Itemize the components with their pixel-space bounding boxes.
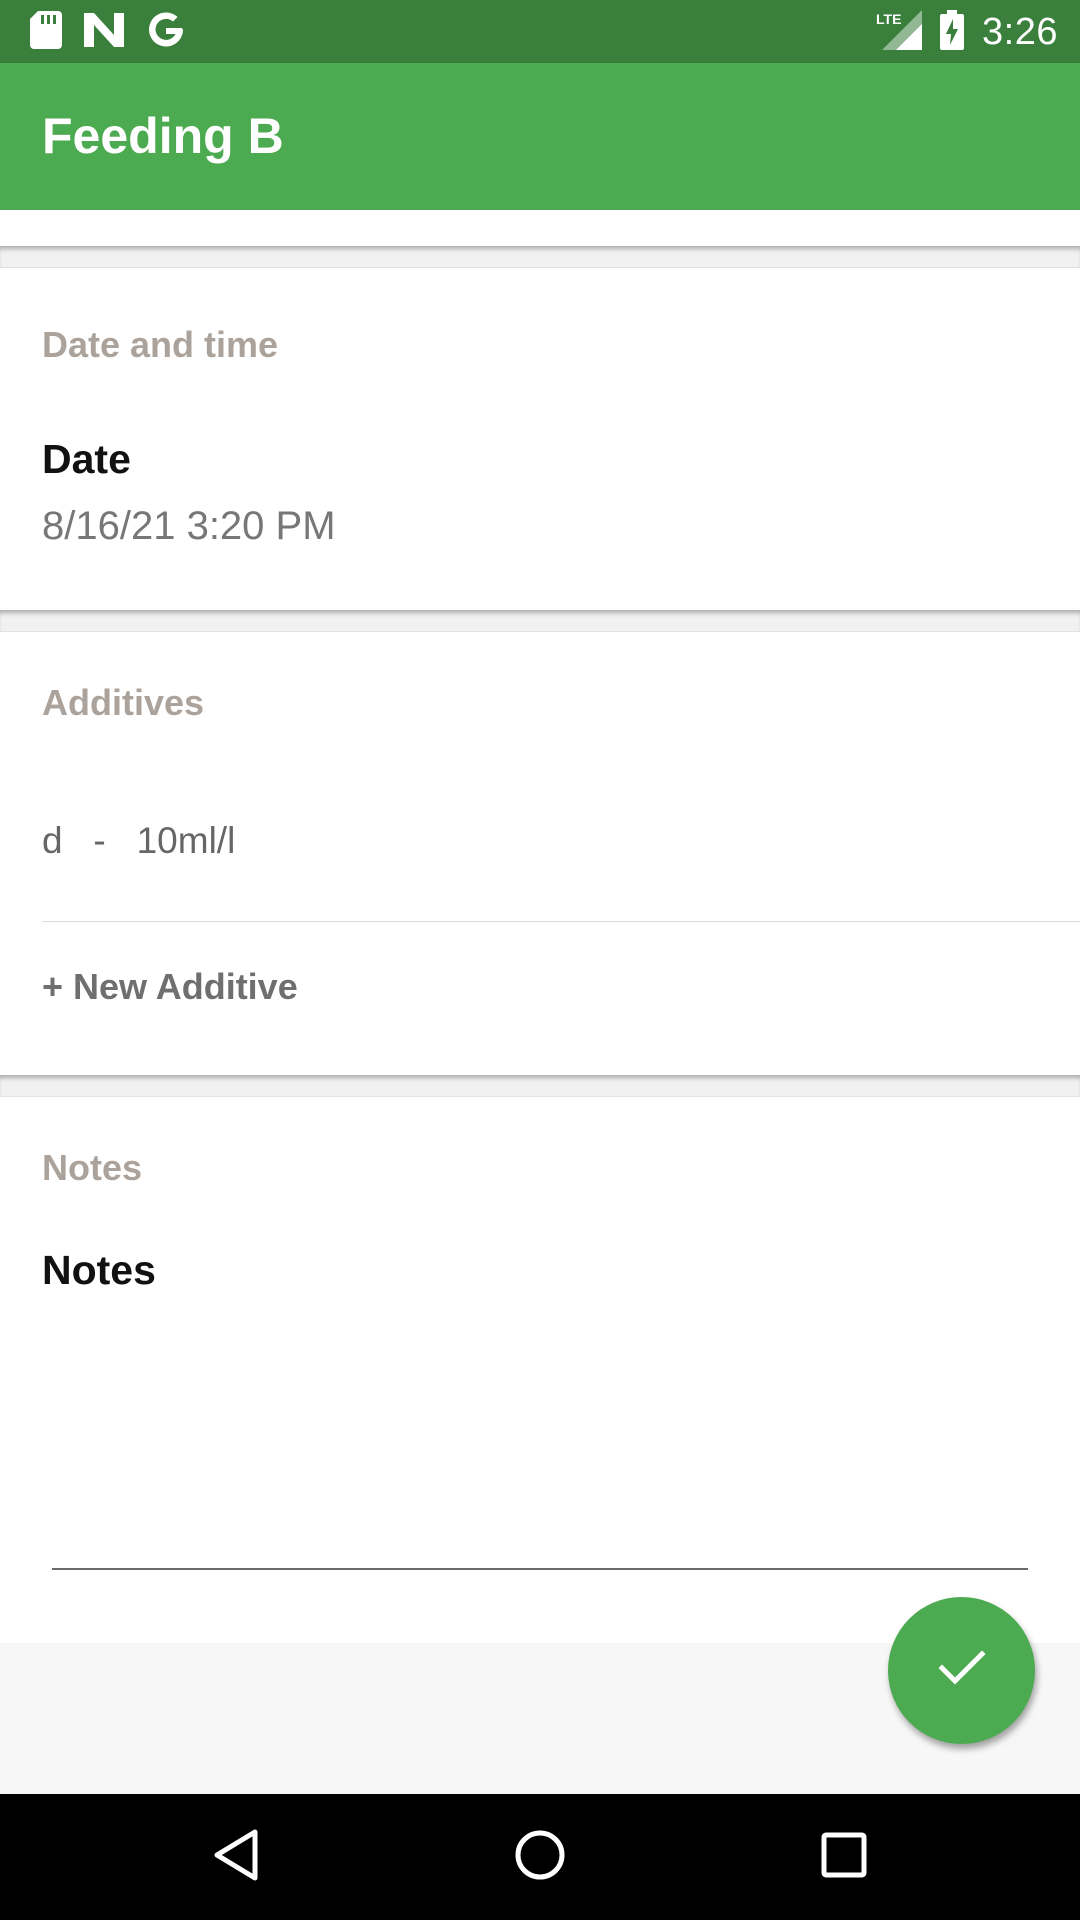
additive-amount: 10ml/l xyxy=(136,820,236,861)
status-left-icons xyxy=(30,10,186,55)
status-time: 3:26 xyxy=(982,10,1058,53)
svg-text:LTE: LTE xyxy=(876,11,901,27)
home-button[interactable] xyxy=(507,1824,573,1890)
n-logo-icon xyxy=(84,12,124,52)
notes-field-label: Notes xyxy=(42,1247,156,1293)
section-divider xyxy=(0,610,1080,632)
date-value[interactable]: 8/16/21 3:20 PM xyxy=(42,504,336,549)
top-strip xyxy=(0,210,1080,246)
check-icon xyxy=(937,1648,987,1693)
section-divider xyxy=(0,1075,1080,1097)
home-icon xyxy=(513,1828,567,1887)
additive-item[interactable]: d - 10ml/l xyxy=(42,820,235,862)
back-button[interactable] xyxy=(203,1824,269,1890)
date-section-card: Date and time Date 8/16/21 3:20 PM xyxy=(0,268,1080,610)
recents-button[interactable] xyxy=(811,1824,877,1890)
additives-section-card: Additives d - 10ml/l + New Additive xyxy=(0,632,1080,1075)
additives-section-title: Additives xyxy=(42,682,205,723)
status-right-icons: LTE 3:26 xyxy=(876,8,1058,56)
additive-name: d xyxy=(42,820,63,861)
additive-separator: - xyxy=(93,820,106,861)
new-additive-button[interactable]: + New Additive xyxy=(42,966,298,1008)
date-section-title: Date and time xyxy=(42,324,279,365)
form-content: Date and time Date 8/16/21 3:20 PM Addit… xyxy=(0,210,1080,1643)
app-bar: Feeding B xyxy=(0,63,1080,210)
notes-input-underline[interactable] xyxy=(52,1568,1028,1570)
battery-charging-icon xyxy=(940,9,965,55)
back-icon xyxy=(211,1828,261,1887)
recents-icon xyxy=(820,1831,868,1884)
date-label[interactable]: Date xyxy=(42,436,131,483)
lte-signal-icon: LTE xyxy=(876,9,923,55)
notes-section-card: Notes Notes xyxy=(0,1097,1080,1643)
notes-section-title: Notes xyxy=(42,1147,143,1188)
sd-card-icon xyxy=(30,10,62,54)
navigation-bar xyxy=(0,1794,1080,1920)
save-fab-button[interactable] xyxy=(888,1597,1035,1744)
status-bar: LTE 3:26 xyxy=(0,0,1080,63)
google-g-icon xyxy=(146,10,186,55)
section-divider xyxy=(0,246,1080,268)
additive-row-divider xyxy=(42,921,1080,922)
page-title: Feeding B xyxy=(42,108,284,164)
